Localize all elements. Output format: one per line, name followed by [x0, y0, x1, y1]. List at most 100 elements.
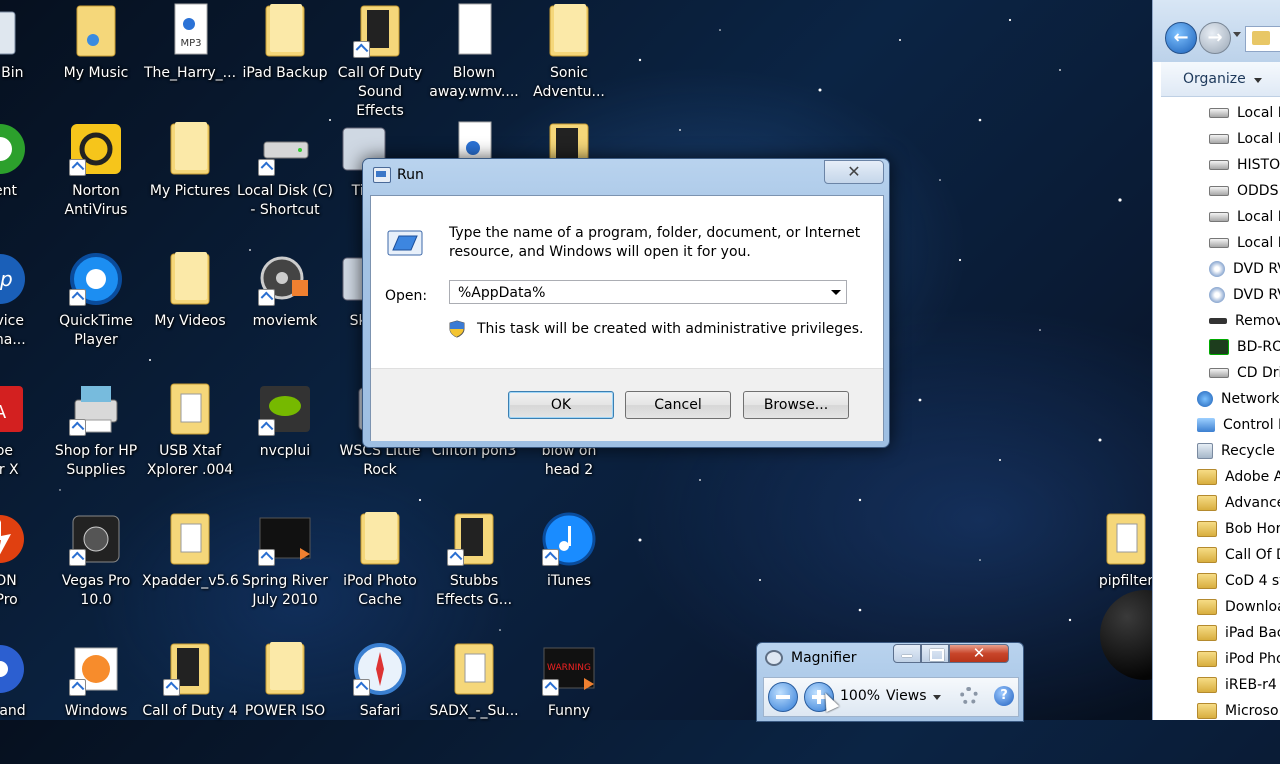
tree-item[interactable]: Adobe A — [1197, 464, 1280, 490]
address-bar[interactable] — [1245, 26, 1280, 52]
desktop-icon-call-of-duty-4[interactable]: Call of Duty 4 — [142, 638, 238, 764]
browse-button[interactable]: Browse... — [743, 391, 849, 419]
desktop-icon-cd-and[interactable]: CD and — [0, 638, 48, 764]
tree-item[interactable]: iPad Bac — [1197, 620, 1280, 646]
shortcut-arrow-icon — [447, 549, 464, 566]
drive-icon — [1209, 212, 1229, 222]
desktop-icon-itunes[interactable]: iTunes — [521, 508, 617, 634]
minimize-button[interactable] — [893, 644, 921, 663]
tree-item[interactable]: Downloa — [1197, 594, 1280, 620]
folder-icon — [1197, 495, 1217, 511]
desktop-icon-sonic-adventu[interactable]: Sonic Adventu... — [521, 0, 617, 126]
desktop-icon-norton-antivirus[interactable]: Norton AntiVirus — [48, 118, 144, 244]
desktop-icon-ipod-photo-cache[interactable]: iPod Photo Cache — [332, 508, 428, 634]
desktop-icon-shop-for-hp-supplies[interactable]: Shop for HP Supplies — [48, 378, 144, 504]
video-warn-icon: WARNING — [540, 640, 598, 698]
tree-item[interactable]: CD Driv — [1209, 360, 1280, 386]
run-dialog-titlebar[interactable]: Run — [373, 167, 424, 183]
desktop-icon-obe-der-x[interactable]: Aobe der X — [0, 378, 48, 504]
tree-item[interactable]: Network — [1197, 386, 1279, 412]
desktop-icon-quicktime-player[interactable]: QuickTime Player — [48, 248, 144, 374]
folder-icon — [1197, 651, 1217, 667]
desktop-icon-the-harry[interactable]: MP3 The_Harry_... — [142, 0, 238, 126]
desktop-icon-rrent[interactable]: rrent — [0, 118, 48, 244]
desktop-icon-xpadder-v5-6[interactable]: Xpadder_v5.6 — [142, 508, 239, 634]
desktop-icon-label: nvcplui — [259, 443, 311, 459]
tree-item[interactable]: Advance — [1197, 490, 1280, 516]
cancel-button[interactable]: Cancel — [625, 391, 731, 419]
forward-button[interactable]: → — [1199, 22, 1231, 54]
tree-item[interactable]: Control I — [1197, 412, 1280, 438]
run-program-icon — [387, 230, 423, 256]
desktop-icon-nvcplui[interactable]: nvcplui — [237, 378, 333, 504]
tree-item[interactable]: Local D — [1209, 204, 1280, 230]
desktop-icon-device-osma[interactable]: hp Device osma... — [0, 248, 48, 374]
zoom-out-button[interactable] — [768, 682, 798, 712]
desktop-icon-call-of-duty-sound-effects[interactable]: Call Of Duty Sound Effects — [332, 0, 428, 126]
folder-icon — [540, 2, 598, 60]
organize-button[interactable]: Organize — [1183, 71, 1262, 87]
desktop-icon-label: iPad Backup — [242, 65, 328, 81]
desktop-icon-power-iso[interactable]: POWER ISO — [237, 638, 333, 764]
tree-item-label: Local D — [1237, 131, 1280, 147]
tree-item[interactable]: DVD RV — [1209, 256, 1280, 282]
magnifier-toolbar: 100% Views ? — [763, 677, 1019, 717]
uac-shield-icon — [449, 320, 465, 338]
close-button[interactable]: ✕ — [824, 160, 884, 184]
maximize-button[interactable] — [921, 644, 949, 663]
tree-item[interactable]: Remov — [1209, 308, 1280, 334]
desktop-icon-mon-n-pro[interactable]: MON n Pro — [0, 508, 48, 634]
desktop-icon-sadx-su[interactable]: SADX_-_Su... — [426, 638, 522, 764]
tree-item[interactable]: ODDS a — [1209, 178, 1280, 204]
tree-item[interactable]: HISTO — [1209, 152, 1280, 178]
back-button[interactable]: ← — [1165, 22, 1197, 54]
tree-item-label: iPad Bac — [1225, 625, 1280, 641]
tree-item[interactable]: Local D — [1209, 126, 1280, 152]
tree-item[interactable]: iPod Pho — [1197, 646, 1280, 672]
chevron-down-icon[interactable] — [827, 281, 845, 303]
desktop-icon-cle-bin[interactable]: cle Bin — [0, 0, 48, 126]
ok-button[interactable]: OK — [508, 391, 614, 419]
desktop-icon-label: USB Xtaf Xplorer .004 — [146, 443, 234, 478]
desktop-icon-safari[interactable]: Safari — [332, 638, 428, 764]
desktop-icon-my-videos[interactable]: My Videos — [142, 248, 238, 374]
tree-item[interactable]: Bob Hor — [1197, 516, 1280, 542]
tree-item[interactable]: DVD RV — [1209, 282, 1280, 308]
open-input[interactable]: %AppData% — [449, 280, 847, 304]
magnifier-titlebar[interactable]: Magnifier — [765, 650, 857, 666]
shortcut-arrow-icon — [163, 679, 180, 696]
desktop-icon-usb-xtaf-xplorer-004[interactable]: USB Xtaf Xplorer .004 — [142, 378, 238, 504]
tree-item[interactable]: BD-RO — [1209, 334, 1280, 360]
gear-icon[interactable] — [960, 687, 978, 705]
desktop-icon-windows[interactable]: Windows — [48, 638, 144, 764]
desktop-icon-label: Spring River July 2010 — [242, 573, 328, 608]
video-icon — [256, 510, 314, 568]
drive-icon — [1209, 186, 1229, 196]
desktop-icon-label: My Pictures — [149, 183, 231, 199]
shortcut-arrow-icon — [353, 41, 370, 58]
tree-item[interactable]: CoD 4 st — [1197, 568, 1280, 594]
tree-item[interactable]: Local D — [1209, 230, 1280, 256]
views-menu[interactable]: Views — [886, 688, 940, 704]
desktop-icon-funny[interactable]: WARNING Funny — [521, 638, 617, 764]
tree-item[interactable]: Recycle I — [1197, 438, 1280, 464]
magnifier-window: Magnifier ✕ 100% Views ? — [756, 642, 1024, 722]
close-button[interactable]: ✕ — [949, 644, 1009, 663]
desktop-icon-label: POWER ISO — [244, 703, 326, 719]
desktop-icon-vegas-pro-10-0[interactable]: Vegas Pro 10.0 — [48, 508, 144, 634]
desktop-icon-ipad-backup[interactable]: iPad Backup — [237, 0, 333, 126]
shortcut-arrow-icon — [258, 289, 275, 306]
tree-item[interactable]: iREB-r4 — [1197, 672, 1277, 698]
tree-item[interactable]: Microso — [1197, 698, 1279, 724]
desktop-icon-stubbs-effects-g[interactable]: Stubbs Effects G... — [426, 508, 522, 634]
chevron-down-icon[interactable] — [1233, 32, 1241, 37]
run-icon — [373, 167, 391, 183]
desktop-icon-my-pictures[interactable]: My Pictures — [142, 118, 238, 244]
desktop-icon-spring-river-july-2010[interactable]: Spring River July 2010 — [237, 508, 333, 634]
desktop-icon-blown-away-wmv[interactable]: Blown away.wmv.... — [426, 0, 522, 126]
tree-item[interactable]: Local D — [1209, 100, 1280, 126]
desktop-icon-my-music[interactable]: My Music — [48, 0, 144, 126]
help-button[interactable]: ? — [994, 686, 1014, 706]
shortcut-arrow-icon — [258, 549, 275, 566]
tree-item[interactable]: Call Of D — [1197, 542, 1280, 568]
